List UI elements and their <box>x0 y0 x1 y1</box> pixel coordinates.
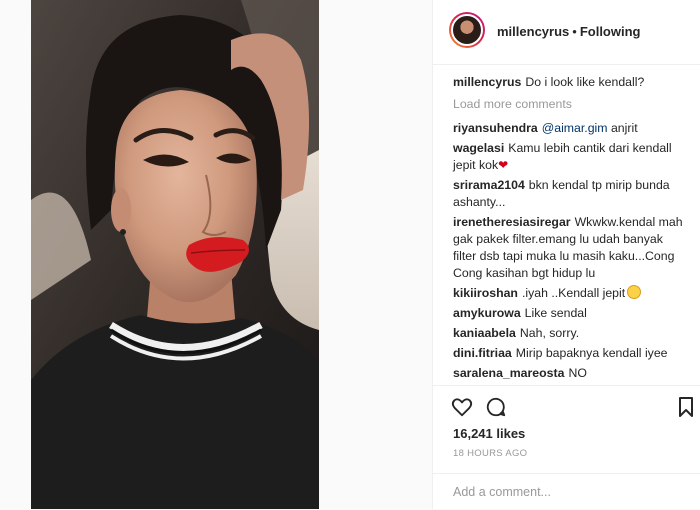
bookmark-icon[interactable] <box>677 396 695 423</box>
comment-username[interactable]: srirama2104 <box>453 178 525 192</box>
load-more-comments[interactable]: Load more comments <box>453 96 693 113</box>
comment-item-continued: ashanty... <box>453 194 693 211</box>
avatar[interactable] <box>449 12 485 48</box>
comment-item: kikiiroshan .iyah ..Kendall jepit <box>453 285 693 302</box>
comment-text: Kamu lebih cantik dari kendall <box>508 141 672 155</box>
comment-text: Wkwkw.kendal mah <box>574 215 683 229</box>
comment-username[interactable]: wagelasi <box>453 141 504 155</box>
comment-item-continued: Cong kasihan bgt hidup lu <box>453 265 693 282</box>
comment-text: Mirip bapaknya kendall iyee <box>515 346 668 360</box>
comment-text-line2: gak pakek filter.emang lu udah banyak <box>453 232 663 246</box>
comment-item: saralena_mareosta NO <box>453 365 693 382</box>
selfie-image <box>31 0 319 509</box>
header-text: millencyrus • Following <box>497 24 640 39</box>
comment-item: irenetheresiasiregar Wkwkw.kendal mah <box>453 214 693 231</box>
post-panel: millencyrus • Following millencyrus Do i lo… <box>432 0 700 509</box>
comment-username[interactable]: kaniaabela <box>453 326 516 340</box>
caption-text: Do i look like kendall? <box>525 75 645 89</box>
comment-username[interactable]: amykurowa <box>453 306 521 320</box>
comments-list[interactable]: millencyrus Do i look like kendall? Load … <box>433 64 700 384</box>
comment-text: .iyah ..Kendall jepit <box>521 286 626 300</box>
post-timestamp[interactable]: 18 HOURS AGO <box>453 448 527 459</box>
comment-username[interactable]: kikiiroshan <box>453 286 518 300</box>
comment-icon[interactable] <box>485 396 507 423</box>
comment-item: wagelasi Kamu lebih cantik dari kendall <box>453 140 693 157</box>
comment-username[interactable]: irenetheresiasiregar <box>453 215 571 229</box>
grinning-emoji-icon <box>627 285 642 299</box>
comment-item: kaniaabela Nah, sorry. <box>453 325 693 342</box>
header-separator: • <box>572 24 577 39</box>
comment-text: anjrit <box>610 121 638 135</box>
comment-item-continued: jepit kok❤ <box>453 157 693 174</box>
post-photo[interactable] <box>31 0 319 509</box>
comment-text: bkn kendal tp mirip bunda <box>528 178 670 192</box>
add-comment-bar <box>433 473 700 510</box>
comment-item: srirama2104 bkn kendal tp mirip bunda <box>453 177 693 194</box>
heart-icon[interactable] <box>451 396 473 423</box>
avatar-image <box>451 14 483 46</box>
comment-item: amykurowa Like sendal <box>453 305 693 322</box>
comment-item: riyansuhendra @aimar.gim anjrit <box>453 120 693 137</box>
heart-emoji-icon: ❤ <box>498 158 509 172</box>
comment-text-line2: jepit kok <box>453 158 499 172</box>
comment-item-continued: filter dsb tapi muka lu masih kaku...Con… <box>453 248 693 265</box>
add-comment-input[interactable] <box>451 480 675 504</box>
comment-text: Like sendal <box>524 306 587 320</box>
caption-username[interactable]: millencyrus <box>453 75 521 89</box>
comment-text: Nah, sorry. <box>519 326 580 340</box>
comment-item-continued: gak pakek filter.emang lu udah banyak <box>453 231 693 248</box>
comment-username[interactable]: riyansuhendra <box>453 121 538 135</box>
like-count[interactable]: 16,241 likes <box>453 426 525 441</box>
following-button[interactable]: Following <box>580 24 641 39</box>
comment-username[interactable]: dini.fitriaa <box>453 346 512 360</box>
comment-username[interactable]: saralena_mareosta <box>453 366 564 380</box>
comment-text: NO <box>568 366 587 380</box>
comment-text-line2: ashanty... <box>453 195 506 209</box>
comment-mention[interactable]: @aimar.gim <box>542 121 608 135</box>
post-header: millencyrus • Following <box>433 0 700 65</box>
caption: millencyrus Do i look like kendall? <box>453 74 693 91</box>
comment-text-line4: Cong kasihan bgt hidup lu <box>453 266 596 280</box>
comment-item: dini.fitriaa Mirip bapaknya kendall iyee <box>453 345 693 362</box>
header-username[interactable]: millencyrus <box>497 24 569 39</box>
comment-text-line3: filter dsb tapi muka lu masih kaku...Con… <box>453 249 675 263</box>
